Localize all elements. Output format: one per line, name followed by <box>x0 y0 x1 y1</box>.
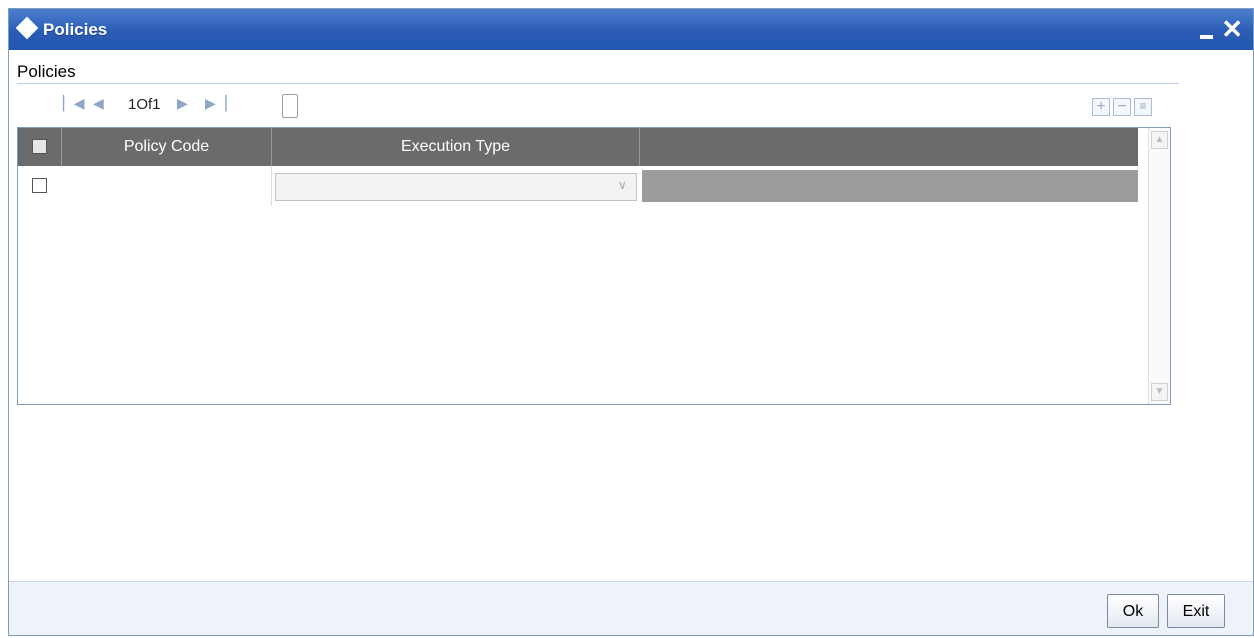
scroll-up-icon[interactable]: ▲ <box>1151 131 1168 149</box>
table-row: ∨ <box>18 166 1138 206</box>
minus-icon[interactable]: − <box>1113 98 1131 116</box>
title-bar[interactable]: Policies ✕ <box>9 9 1253 50</box>
page-indicator: 1Of1 <box>128 96 161 113</box>
policy-code-input[interactable] <box>62 166 272 206</box>
window-title: Policies <box>43 20 108 39</box>
column-header-execution-type[interactable]: Execution Type <box>272 128 640 166</box>
vertical-scrollbar[interactable]: ▲ ▼ <box>1148 128 1170 404</box>
select-all-cell <box>18 128 62 166</box>
row-checkbox[interactable] <box>32 178 47 193</box>
row-select-cell <box>18 166 62 206</box>
policies-grid: Policy Code Execution Type ∨ ▲ ▼ <box>17 127 1171 405</box>
exit-button[interactable]: Exit <box>1167 594 1225 628</box>
plus-icon[interactable]: + <box>1092 98 1110 116</box>
column-header-policy-code[interactable]: Policy Code <box>62 128 272 166</box>
execution-type-select[interactable] <box>275 173 637 201</box>
prev-page-icon[interactable]: ◀ <box>93 95 104 112</box>
last-page-icon[interactable]: ▶▕ <box>205 95 227 112</box>
list-icon[interactable]: ≡ <box>1134 98 1152 116</box>
next-page-icon[interactable]: ▶ <box>177 95 188 112</box>
close-button[interactable]: ✕ <box>1221 14 1243 44</box>
scroll-down-icon[interactable]: ▼ <box>1151 383 1168 401</box>
ok-button[interactable]: Ok <box>1107 594 1159 628</box>
chevron-down-icon[interactable]: ∨ <box>618 178 634 192</box>
select-all-checkbox[interactable] <box>32 139 47 154</box>
execution-type-cell: ∨ <box>272 166 640 206</box>
first-page-icon[interactable]: ▏◀ <box>63 95 85 112</box>
footer: Ok Exit <box>9 582 1253 635</box>
minimize-button[interactable] <box>1200 35 1213 39</box>
policies-window: Policies ✕ Policies ▏◀ ◀ 1Of1 ▶ ▶▕ + − ≡… <box>8 8 1254 636</box>
diamond-icon <box>15 16 39 40</box>
section-divider <box>17 83 1179 84</box>
row-filler <box>642 170 1138 202</box>
page-jump-input[interactable] <box>282 94 298 118</box>
grid-header: Policy Code Execution Type <box>18 128 1138 166</box>
section-title: Policies <box>17 62 76 81</box>
